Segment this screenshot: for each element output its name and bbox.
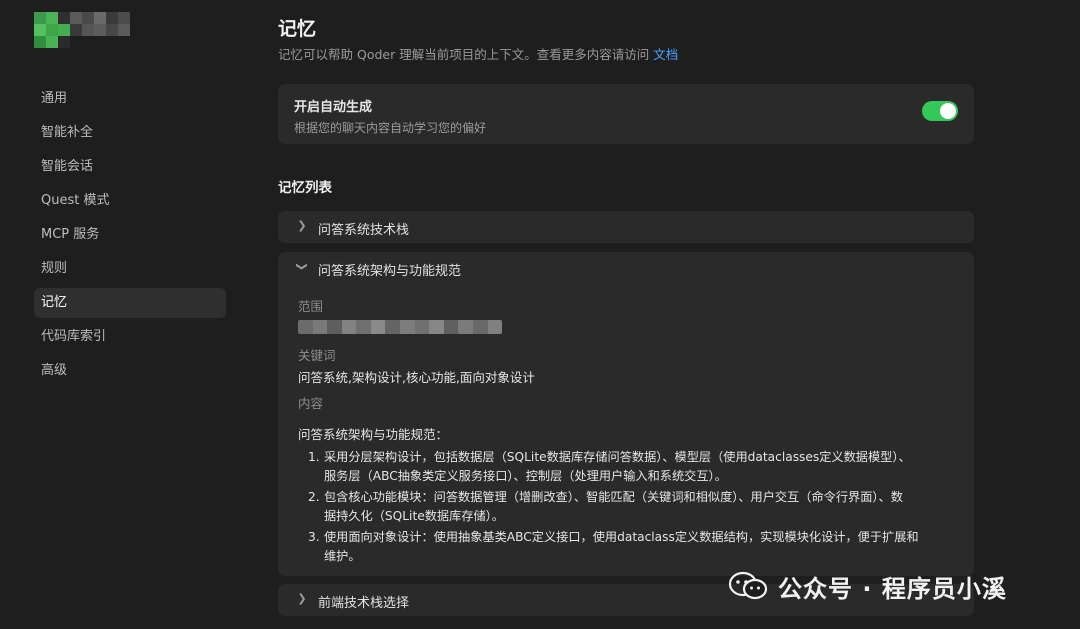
wechat-icon	[728, 571, 768, 600]
avatar	[34, 12, 130, 48]
sidebar-item-completion[interactable]: 智能补全	[34, 118, 226, 148]
list-item: 1. 采用分层架构设计，包括数据层（SQLite数据库存储问答数据）、模型层（使…	[308, 450, 911, 483]
sidebar: 通用 智能补全 智能会话 Quest 模式 MCP 服务 规则 记忆 代码库索引…	[0, 0, 240, 629]
sidebar-item-advanced[interactable]: 高级	[34, 356, 226, 386]
sidebar-item-memory[interactable]: 记忆	[34, 288, 226, 318]
sidebar-item-chat[interactable]: 智能会话	[34, 152, 226, 182]
memory-item-expanded: ❯ 问答系统架构与功能规范 范围 关键词 问答系统,架构设计,核心功能,面向对象…	[278, 252, 974, 576]
sidebar-item-codebase-index[interactable]: 代码库索引	[34, 322, 226, 352]
sidebar-item-general[interactable]: 通用	[34, 84, 226, 114]
page-description-text: 记忆可以帮助 Qoder 理解当前项目的上下文。查看更多内容请访问	[278, 47, 650, 62]
chevron-right-icon: ❯	[297, 219, 307, 232]
auto-generate-toggle[interactable]	[922, 101, 958, 121]
chevron-right-icon: ❯	[297, 592, 307, 605]
docs-link[interactable]: 文档	[653, 47, 678, 62]
content-points: 1. 采用分层架构设计，包括数据层（SQLite数据库存储问答数据）、模型层（使…	[308, 448, 958, 568]
keywords-label: 关键词	[298, 348, 336, 363]
list-item: 2. 包含核心功能模块：问答数据管理（增删改查）、智能匹配（关键词和相似度）、用…	[308, 490, 903, 523]
memory-item-title: 前端技术栈选择	[318, 596, 410, 611]
memory-item: ❯ 问答系统技术栈	[278, 211, 974, 243]
toggle-knob	[940, 103, 956, 119]
wechat-watermark: 公众号 · 程序员小溪	[728, 568, 1058, 604]
memory-item-title: 问答系统技术栈	[318, 223, 410, 238]
watermark-text: 公众号 · 程序员小溪	[778, 574, 1007, 603]
scope-value-redacted	[298, 320, 502, 334]
memory-item-title: 问答系统架构与功能规范	[318, 264, 462, 279]
memory-item-header[interactable]: ❯ 问答系统技术栈	[278, 211, 974, 243]
auto-generate-subtitle: 根据您的聊天内容自动学习您的偏好	[294, 121, 487, 135]
settings-window: 通用 智能补全 智能会话 Quest 模式 MCP 服务 规则 记忆 代码库索引…	[0, 0, 1080, 629]
scope-label: 范围	[298, 299, 324, 314]
auto-generate-title: 开启自动生成	[294, 100, 373, 115]
auto-generate-card: 开启自动生成 根据您的聊天内容自动学习您的偏好	[278, 84, 974, 144]
sidebar-item-mcp[interactable]: MCP 服务	[34, 220, 226, 250]
chevron-down-icon: ❯	[295, 261, 309, 272]
content-intro: 问答系统架构与功能规范：	[298, 427, 449, 442]
keywords-value: 问答系统,架构设计,核心功能,面向对象设计	[298, 370, 535, 385]
page-description: 记忆可以帮助 Qoder 理解当前项目的上下文。查看更多内容请访问 文档	[278, 44, 678, 63]
memory-item-header[interactable]: ❯ 问答系统架构与功能规范	[278, 252, 974, 284]
sidebar-item-rules[interactable]: 规则	[34, 254, 226, 284]
content-label: 内容	[298, 396, 324, 411]
settings-nav: 通用 智能补全 智能会话 Quest 模式 MCP 服务 规则 记忆 代码库索引…	[34, 84, 226, 390]
list-item: 3. 使用面向对象设计：使用抽象基类ABC定义接口，使用dataclass定义数…	[308, 530, 919, 563]
memory-list-title: 记忆列表	[278, 180, 332, 196]
sidebar-item-quest-mode[interactable]: Quest 模式	[34, 186, 226, 216]
page-title: 记忆	[278, 18, 317, 40]
